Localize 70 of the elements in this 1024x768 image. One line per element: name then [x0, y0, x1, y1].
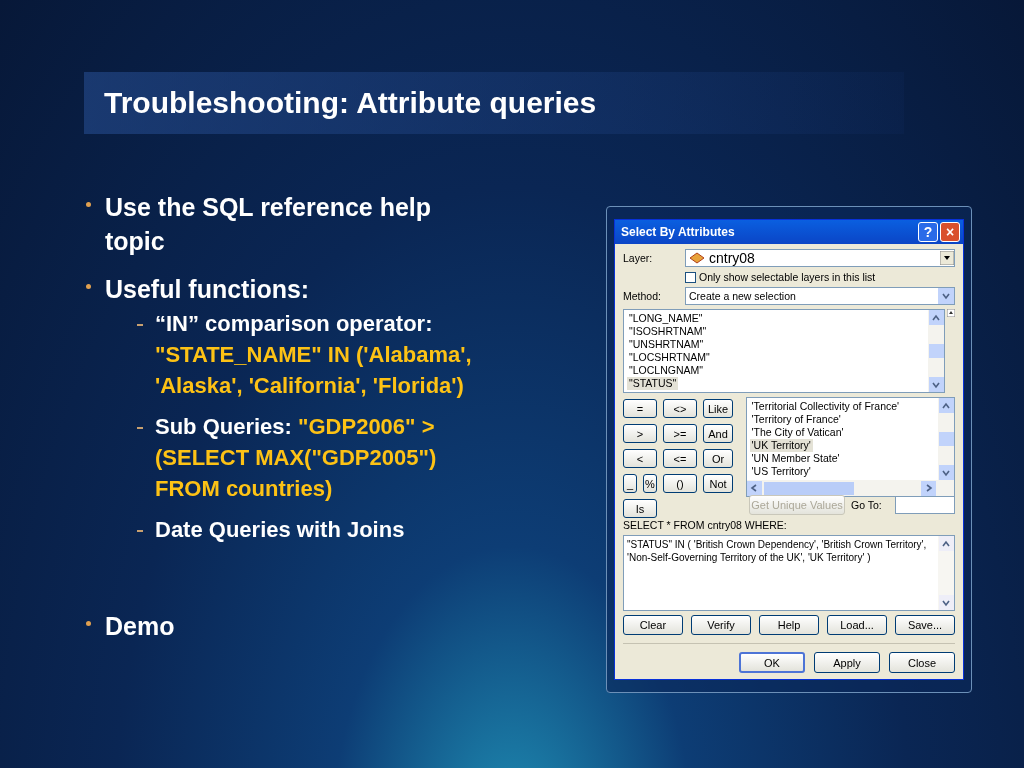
field-item[interactable]: "LOCSHRTNAM": [627, 351, 712, 364]
operator-button[interactable]: (): [663, 474, 697, 493]
field-item[interactable]: "ISOSHRTNAM": [627, 325, 709, 338]
dropdown-arrow-icon: [940, 251, 954, 265]
bullet-text: Demo: [105, 611, 176, 642]
operator-button[interactable]: >: [623, 424, 657, 443]
field-item[interactable]: "UNSHRTNAM": [627, 338, 706, 351]
help-button[interactable]: ?: [918, 222, 938, 242]
expression-button[interactable]: Clear: [623, 615, 683, 635]
sub-bullet-text: Date Queries with Joins: [155, 516, 406, 544]
operator-button[interactable]: >=: [663, 424, 697, 443]
operator-button[interactable]: Or: [703, 449, 733, 468]
bullet-text: Use the SQL reference help topic: [105, 192, 433, 257]
expression-button[interactable]: Verify: [691, 615, 751, 635]
sql-label: SELECT * FROM cntry08 WHERE:: [623, 519, 788, 531]
checkbox-label: Only show selectable layers in this list: [699, 271, 876, 283]
value-item[interactable]: 'UK Territory': [749, 439, 813, 452]
scroll-thumb[interactable]: [763, 481, 854, 495]
operator-button[interactable]: Like: [703, 399, 733, 418]
value-item[interactable]: 'The City of Vatican': [749, 426, 846, 439]
bullet-icon: [86, 621, 91, 626]
dash-icon: [137, 324, 143, 326]
sub-bullet-text: Sub Queries: "GDP2006" > (SELECT MAX("GDP2005") FROM countries): [155, 413, 438, 503]
operator-button[interactable]: Is: [623, 499, 657, 518]
method-label: Method:: [623, 290, 662, 302]
expression-field[interactable]: "STATUS" IN ( 'British Crown Dependency', 'British Crown Territory', 'Non-Self-Governing Territory of the UK', 'UK Territory' ): [623, 535, 955, 611]
scroll-thumb[interactable]: [928, 344, 944, 358]
value-item[interactable]: 'UN Member State': [749, 452, 842, 465]
scroll-thumb[interactable]: [938, 432, 954, 446]
operator-button[interactable]: And: [703, 424, 733, 443]
dialog-button[interactable]: Close: [889, 652, 955, 673]
expression-button[interactable]: Load...: [827, 615, 887, 635]
close-button[interactable]: ×: [940, 222, 960, 242]
value-item[interactable]: 'Territory of France': [749, 413, 843, 426]
layer-dropdown[interactable]: cntry08: [685, 249, 955, 267]
dialog-button[interactable]: OK: [739, 652, 805, 673]
value-item[interactable]: 'Territorial Collectivity of France': [749, 400, 902, 413]
operator-button[interactable]: =: [623, 399, 657, 418]
bullet-text: Useful functions:: [105, 274, 311, 305]
dialog-button[interactable]: Apply: [814, 652, 880, 673]
scroll-up-icon[interactable]: [931, 312, 941, 323]
scroll-up-icon[interactable]: [941, 400, 951, 411]
operator-button[interactable]: Not: [703, 474, 733, 493]
field-item[interactable]: "LOCLNGNAM": [627, 364, 705, 377]
expression-button[interactable]: Save...: [895, 615, 955, 635]
operator-button[interactable]: <>: [663, 399, 697, 418]
scroll-down-icon[interactable]: [941, 291, 951, 301]
bullet-icon: [86, 202, 91, 207]
method-dropdown[interactable]: Create a new selection: [685, 287, 955, 305]
goto-label: Go To:: [851, 499, 882, 511]
operator-button[interactable]: <: [623, 449, 657, 468]
field-item[interactable]: "STATUS": [627, 377, 679, 390]
operator-button[interactable]: <=: [663, 449, 697, 468]
operator-button[interactable]: _: [623, 474, 637, 493]
operator-button[interactable]: %: [643, 474, 657, 493]
layer-label: Layer:: [623, 252, 654, 264]
layer-icon: [689, 252, 705, 264]
dash-icon: [137, 530, 143, 532]
scroll-up-icon[interactable]: [941, 538, 951, 549]
value-item[interactable]: 'US Territory': [749, 465, 813, 478]
dash-icon: [137, 427, 143, 429]
slide-title: Troubleshooting: Attribute queries: [104, 86, 597, 120]
window-title: Select By Attributes: [621, 225, 736, 239]
goto-field[interactable]: [895, 496, 955, 514]
expand-icon[interactable]: [947, 309, 955, 317]
checkbox[interactable]: [685, 271, 696, 283]
expression-button[interactable]: Help: [759, 615, 819, 635]
bullet-icon: [86, 284, 91, 289]
sub-bullet-text: “IN” comparison operator: "STATE_NAME" IN ('Alabama', 'Alaska', 'California', 'Florida'): [155, 310, 473, 400]
field-item[interactable]: "LONG_NAME": [627, 312, 705, 325]
